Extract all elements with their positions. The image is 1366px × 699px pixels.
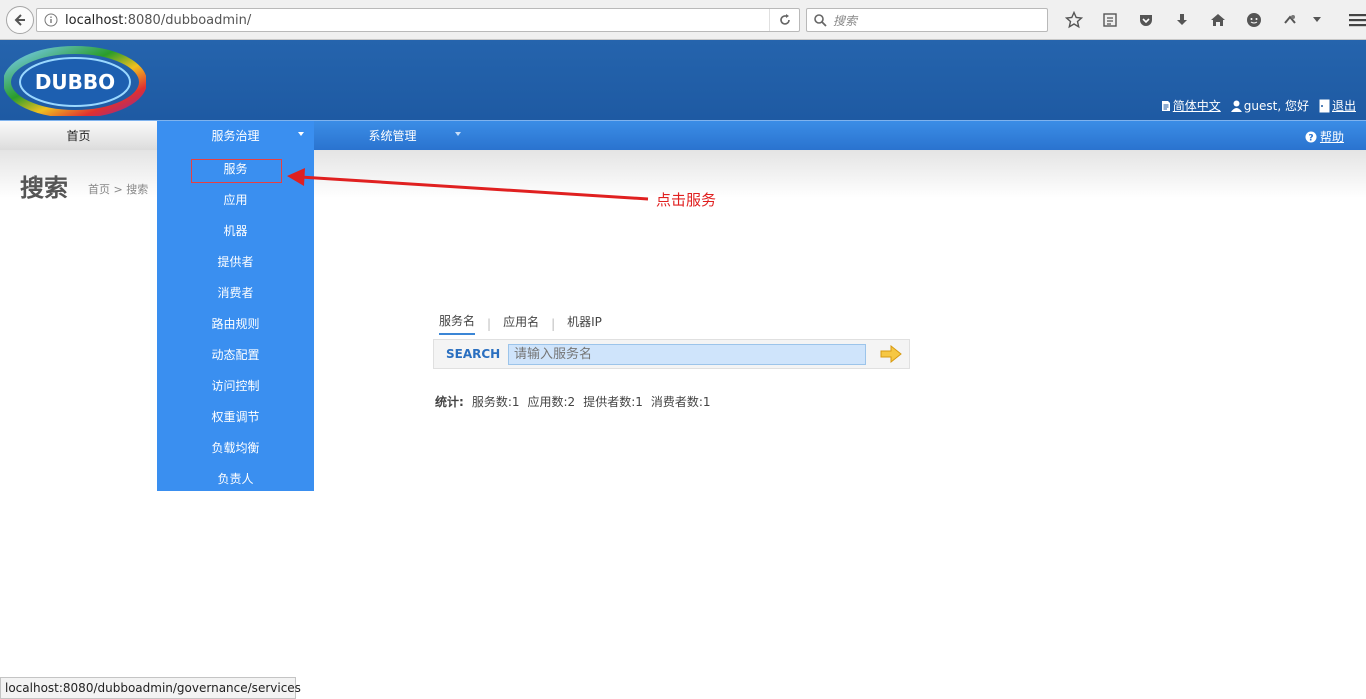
dropdown-item-loadbalance[interactable]: 负载均衡: [157, 432, 314, 463]
extension-icon[interactable]: [1272, 8, 1308, 32]
user-greeting: guest, 您好: [1230, 97, 1309, 114]
nav-governance[interactable]: 服务治理: [157, 121, 314, 150]
stats-providers: 提供者数:1: [583, 395, 643, 409]
dropdown-item-routes[interactable]: 路由规则: [157, 308, 314, 339]
dropdown-item-overrides[interactable]: 动态配置: [157, 339, 314, 370]
tab-service-name[interactable]: 服务名: [439, 312, 476, 335]
help-link[interactable]: ? 帮助: [1305, 128, 1344, 145]
pocket-icon[interactable]: [1128, 8, 1164, 32]
dropdown-item-providers[interactable]: 提供者: [157, 246, 314, 277]
dropdown-item-consumers[interactable]: 消费者: [157, 277, 314, 308]
main-nav: 首页 服务治理 系统管理 ? 帮助: [0, 120, 1366, 150]
dropdown-item-weights[interactable]: 权重调节: [157, 401, 314, 432]
stats: 统计: 服务数:1 应用数:2 提供者数:1 消费者数:1: [435, 393, 711, 410]
tab-divider: |: [487, 316, 492, 331]
logout-door-icon: [1319, 99, 1330, 112]
dropdown-item-applications[interactable]: 应用: [157, 184, 314, 215]
nav-governance-label: 服务治理: [211, 129, 260, 143]
tab-machine-ip[interactable]: 机器IP: [567, 313, 602, 334]
caret-down-icon: [298, 132, 304, 136]
service-search-input[interactable]: [508, 344, 866, 365]
svg-text:?: ?: [1308, 133, 1313, 143]
help-icon: ?: [1305, 131, 1317, 143]
stats-services: 服务数:1: [471, 395, 520, 409]
back-arrow-icon: [14, 14, 25, 26]
search-panel: SEARCH: [433, 339, 910, 369]
tab-app-name[interactable]: 应用名: [503, 313, 539, 334]
breadcrumb[interactable]: 首页 > 搜索: [88, 181, 148, 197]
stats-label: 统计:: [435, 395, 464, 409]
reload-icon[interactable]: [769, 9, 799, 31]
reading-list-icon[interactable]: [1092, 8, 1128, 32]
browser-search-input[interactable]: 搜索: [806, 8, 1048, 32]
logo-text: DUBBO: [35, 70, 115, 94]
search-label: SEARCH: [446, 347, 501, 361]
bookmark-star-icon[interactable]: [1056, 8, 1092, 32]
browser-toolbar: localhost:8080/dubboadmin/ 搜索: [0, 0, 1366, 40]
caret-down-icon: [455, 132, 461, 136]
dubbo-logo[interactable]: DUBBO: [4, 46, 146, 116]
highlight-box: [191, 159, 282, 183]
header-links: 简体中文 guest, 您好 退出: [1161, 97, 1356, 114]
magnifier-icon: [814, 14, 827, 27]
back-button[interactable]: [6, 6, 34, 34]
status-bar-url: localhost:8080/dubboadmin/governance/ser…: [0, 677, 301, 699]
dropdown-item-machines[interactable]: 机器: [157, 215, 314, 246]
nav-system[interactable]: 系统管理: [314, 121, 471, 150]
tab-divider: |: [551, 316, 556, 331]
governance-dropdown: 服务 应用 机器 提供者 消费者 路由规则 动态配置 访问控制 权重调节 负载均…: [157, 150, 314, 491]
user-icon: [1230, 100, 1242, 112]
info-icon[interactable]: [37, 9, 65, 31]
dropdown-item-access[interactable]: 访问控制: [157, 370, 314, 401]
nav-home[interactable]: 首页: [0, 121, 157, 150]
browser-toolbar-icons: [1056, 8, 1366, 32]
chevron-down-icon[interactable]: [1308, 8, 1326, 32]
arrow-right-icon[interactable]: [880, 345, 902, 363]
document-icon: [1161, 100, 1170, 111]
search-tabs: 服务名 | 应用名 | 机器IP: [439, 312, 602, 335]
hamburger-menu-icon[interactable]: [1340, 8, 1366, 32]
app-header: DUBBO 简体中文 guest, 您好 退出: [0, 40, 1366, 120]
dropdown-item-owners[interactable]: 负责人: [157, 463, 314, 494]
search-placeholder: 搜索: [833, 13, 858, 28]
logout-link[interactable]: 退出: [1319, 97, 1356, 114]
url-bar[interactable]: localhost:8080/dubboadmin/: [36, 8, 800, 32]
annotation-text: 点击服务: [656, 191, 717, 209]
stats-consumers: 消费者数:1: [650, 395, 711, 409]
home-icon[interactable]: [1200, 8, 1236, 32]
chat-icon[interactable]: [1236, 8, 1272, 32]
language-link[interactable]: 简体中文: [1161, 97, 1221, 114]
nav-system-label: 系统管理: [368, 129, 417, 143]
page-title: 搜索: [20, 174, 68, 202]
download-icon[interactable]: [1164, 8, 1200, 32]
url-text: localhost:8080/dubboadmin/: [65, 12, 252, 28]
stats-apps: 应用数:2: [527, 395, 576, 409]
